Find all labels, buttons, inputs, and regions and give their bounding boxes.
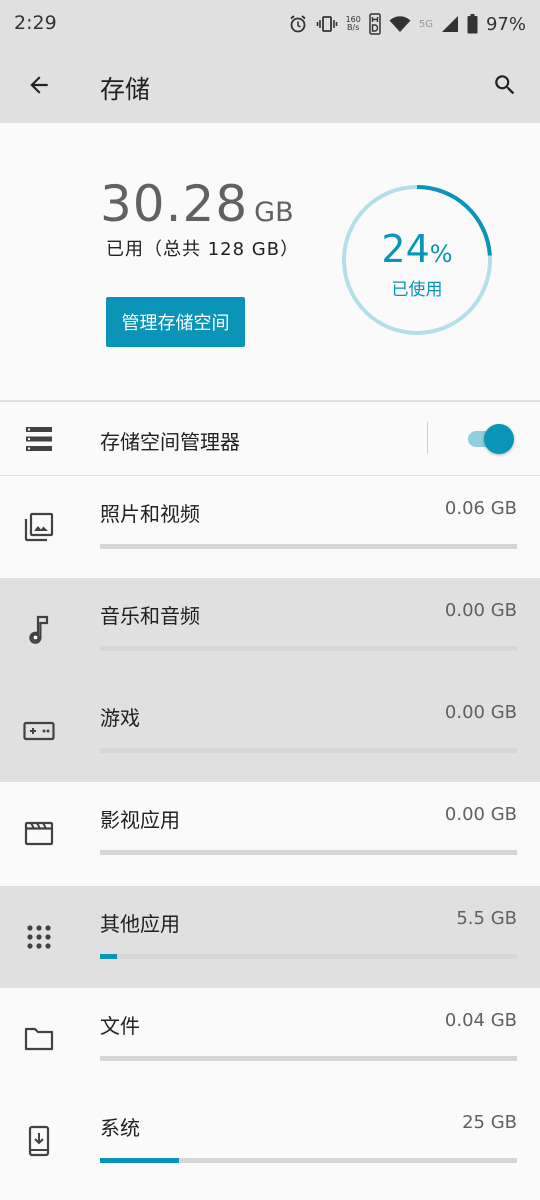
category-usage-bar	[100, 748, 517, 753]
category-usage-bar	[100, 544, 517, 549]
manage-storage-button[interactable]: 管理存储空间	[106, 297, 245, 347]
used-unit: GB	[254, 197, 294, 228]
status-time: 2:29	[14, 12, 57, 34]
arrow-back-icon	[30, 76, 48, 94]
storage-summary: 30.28 GB 已用（总共 128 GB） 管理存储空间 24% 已使用	[0, 123, 540, 401]
category-size: 0.06 GB	[444, 498, 517, 519]
music-note-icon	[22, 612, 56, 646]
gamepad-icon	[22, 714, 56, 748]
category-photos-videos[interactable]: 照片和视频 0.06 GB	[0, 476, 540, 578]
apps-icon	[22, 920, 56, 954]
used-total-text: 已用（总共 128 GB）	[106, 239, 300, 260]
category-usage-bar	[100, 954, 517, 959]
battery-icon	[467, 14, 478, 34]
category-size: 0.00 GB	[444, 600, 517, 621]
category-usage-bar	[100, 1056, 517, 1061]
percent-symbol: %	[429, 240, 453, 268]
back-button[interactable]	[16, 62, 62, 108]
category-usage-bar	[100, 1158, 517, 1163]
storage-manager-row[interactable]: 存储空间管理器	[0, 402, 540, 476]
category-size: 0.00 GB	[444, 702, 517, 723]
signal-icon	[441, 15, 459, 33]
data-speed-icon: 160 B/s	[346, 16, 361, 32]
wifi-icon	[389, 15, 411, 33]
photo-library-icon	[22, 510, 56, 544]
system-update-icon	[22, 1124, 56, 1158]
folder-icon	[22, 1022, 56, 1056]
page-title: 存储	[100, 75, 151, 104]
category-music-audio[interactable]: 音乐和音频 0.00 GB	[0, 578, 540, 680]
category-label: 文件	[100, 1014, 140, 1038]
category-system[interactable]: 系统 25 GB	[0, 1090, 540, 1192]
usage-ring: 24% 已使用	[340, 183, 494, 337]
status-bar: 2:29 160 B/s 5G 97%	[0, 0, 540, 50]
category-size: 0.00 GB	[444, 804, 517, 825]
category-other-apps[interactable]: 其他应用 5.5 GB	[0, 886, 540, 988]
vibrate-icon	[316, 14, 338, 34]
hd-icon	[369, 13, 381, 35]
category-usage-bar	[100, 850, 517, 855]
storage-manager-toggle[interactable]	[466, 424, 514, 454]
status-icons: 160 B/s 5G 97%	[288, 12, 526, 36]
movie-icon	[22, 816, 56, 850]
alarm-icon	[288, 14, 308, 34]
category-label: 照片和视频	[100, 502, 200, 526]
usage-percent: 24%	[340, 227, 494, 271]
category-label: 系统	[100, 1116, 140, 1140]
search-button[interactable]	[482, 62, 528, 108]
storage-manager-label: 存储空间管理器	[100, 430, 240, 454]
network-type: 5G	[418, 18, 433, 30]
app-bar: 存储	[0, 50, 540, 123]
percent-value: 24	[381, 227, 430, 271]
used-value: 30.28	[100, 175, 249, 233]
storage-list-icon	[22, 422, 56, 456]
toggle-separator	[427, 422, 428, 454]
speed-unit: B/s	[347, 23, 360, 32]
category-usage-bar	[100, 646, 517, 651]
category-files[interactable]: 文件 0.04 GB	[0, 988, 540, 1090]
usage-percent-label: 已使用	[391, 280, 443, 300]
category-label: 其他应用	[100, 912, 180, 936]
toggle-thumb	[484, 424, 514, 454]
category-usage-fill	[100, 954, 117, 959]
battery-level: 97%	[485, 13, 526, 35]
category-size: 0.04 GB	[444, 1010, 517, 1031]
category-label: 音乐和音频	[100, 604, 200, 628]
category-movie-apps[interactable]: 影视应用 0.00 GB	[0, 782, 540, 884]
category-games[interactable]: 游戏 0.00 GB	[0, 680, 540, 782]
category-size: 5.5 GB	[456, 908, 517, 929]
category-usage-fill	[100, 1158, 180, 1163]
search-icon	[495, 75, 515, 95]
category-size: 25 GB	[462, 1112, 517, 1133]
category-label: 影视应用	[100, 808, 180, 832]
used-amount: 30.28 GB	[100, 175, 294, 233]
category-label: 游戏	[100, 706, 140, 730]
